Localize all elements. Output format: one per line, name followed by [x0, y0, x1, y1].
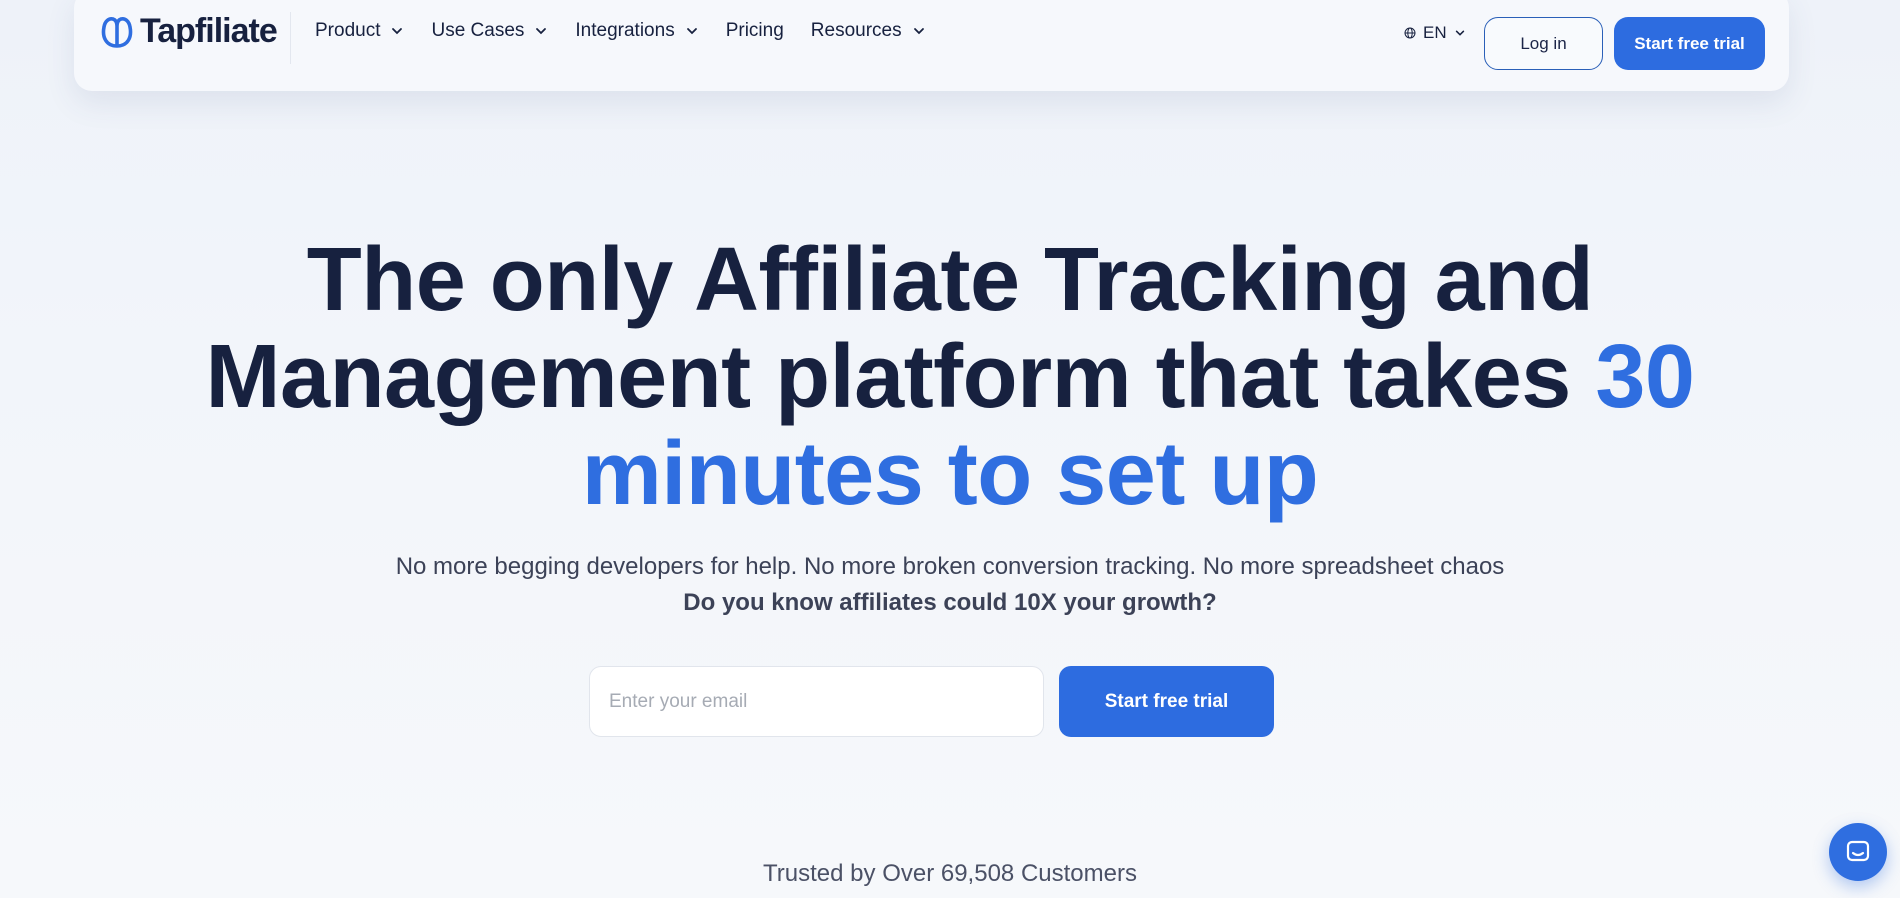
- language-label: EN: [1423, 23, 1447, 42]
- hero-title-main: The only Affiliate Tracking and Manageme…: [205, 230, 1596, 427]
- hero-subtitle-bold: Do you know affiliates could 10X your gr…: [683, 589, 1217, 616]
- nav-item-pricing[interactable]: Pricing: [726, 20, 784, 42]
- start-trial-nav-button[interactable]: Start free trial: [1614, 17, 1765, 70]
- nav-item-use-cases[interactable]: Use Cases: [431, 20, 548, 42]
- hero-title: The only Affiliate Tracking and Manageme…: [150, 232, 1750, 523]
- nav-divider: [290, 12, 291, 64]
- nav-item-label: Integrations: [575, 20, 675, 41]
- nav-item-label: Use Cases: [431, 20, 525, 41]
- chat-icon: [1846, 840, 1870, 862]
- chevron-down-icon: [686, 28, 697, 35]
- hero-subtitle-text: No more begging developers for help. No …: [395, 553, 1505, 580]
- hero-subtitle: No more begging developers for help. No …: [250, 549, 1650, 621]
- chat-launcher-button[interactable]: [1829, 823, 1887, 881]
- nav-item-label: Resources: [810, 20, 902, 41]
- nav-item-label: Product: [315, 20, 381, 41]
- chevron-down-icon: [392, 28, 403, 35]
- logo-link[interactable]: Tapfiliate: [98, 12, 278, 51]
- start-trial-hero-button[interactable]: Start free trial: [1059, 666, 1274, 737]
- trusted-by-text: Trusted by Over 69,508 Customers: [763, 860, 1137, 887]
- tapfiliate-logo-icon: [101, 16, 133, 48]
- nav-item-integrations[interactable]: Integrations: [575, 20, 698, 42]
- globe-icon: [1404, 27, 1416, 39]
- chevron-down-icon: [536, 28, 547, 35]
- chevron-down-icon: [1455, 30, 1464, 36]
- nav-item-label: Pricing: [725, 20, 784, 41]
- nav-item-product[interactable]: Product: [315, 20, 404, 42]
- chevron-down-icon: [913, 28, 924, 35]
- logo-wordmark: Tapfiliate: [140, 12, 278, 50]
- email-input[interactable]: [589, 666, 1044, 737]
- navbar: Tapfiliate Product Use Cases Integration…: [74, 0, 1789, 91]
- login-button[interactable]: Log in: [1484, 17, 1603, 70]
- main-nav: Product Use Cases Integrations Pricing R…: [315, 20, 953, 42]
- nav-item-resources[interactable]: Resources: [811, 20, 926, 42]
- language-selector[interactable]: EN: [1404, 23, 1466, 43]
